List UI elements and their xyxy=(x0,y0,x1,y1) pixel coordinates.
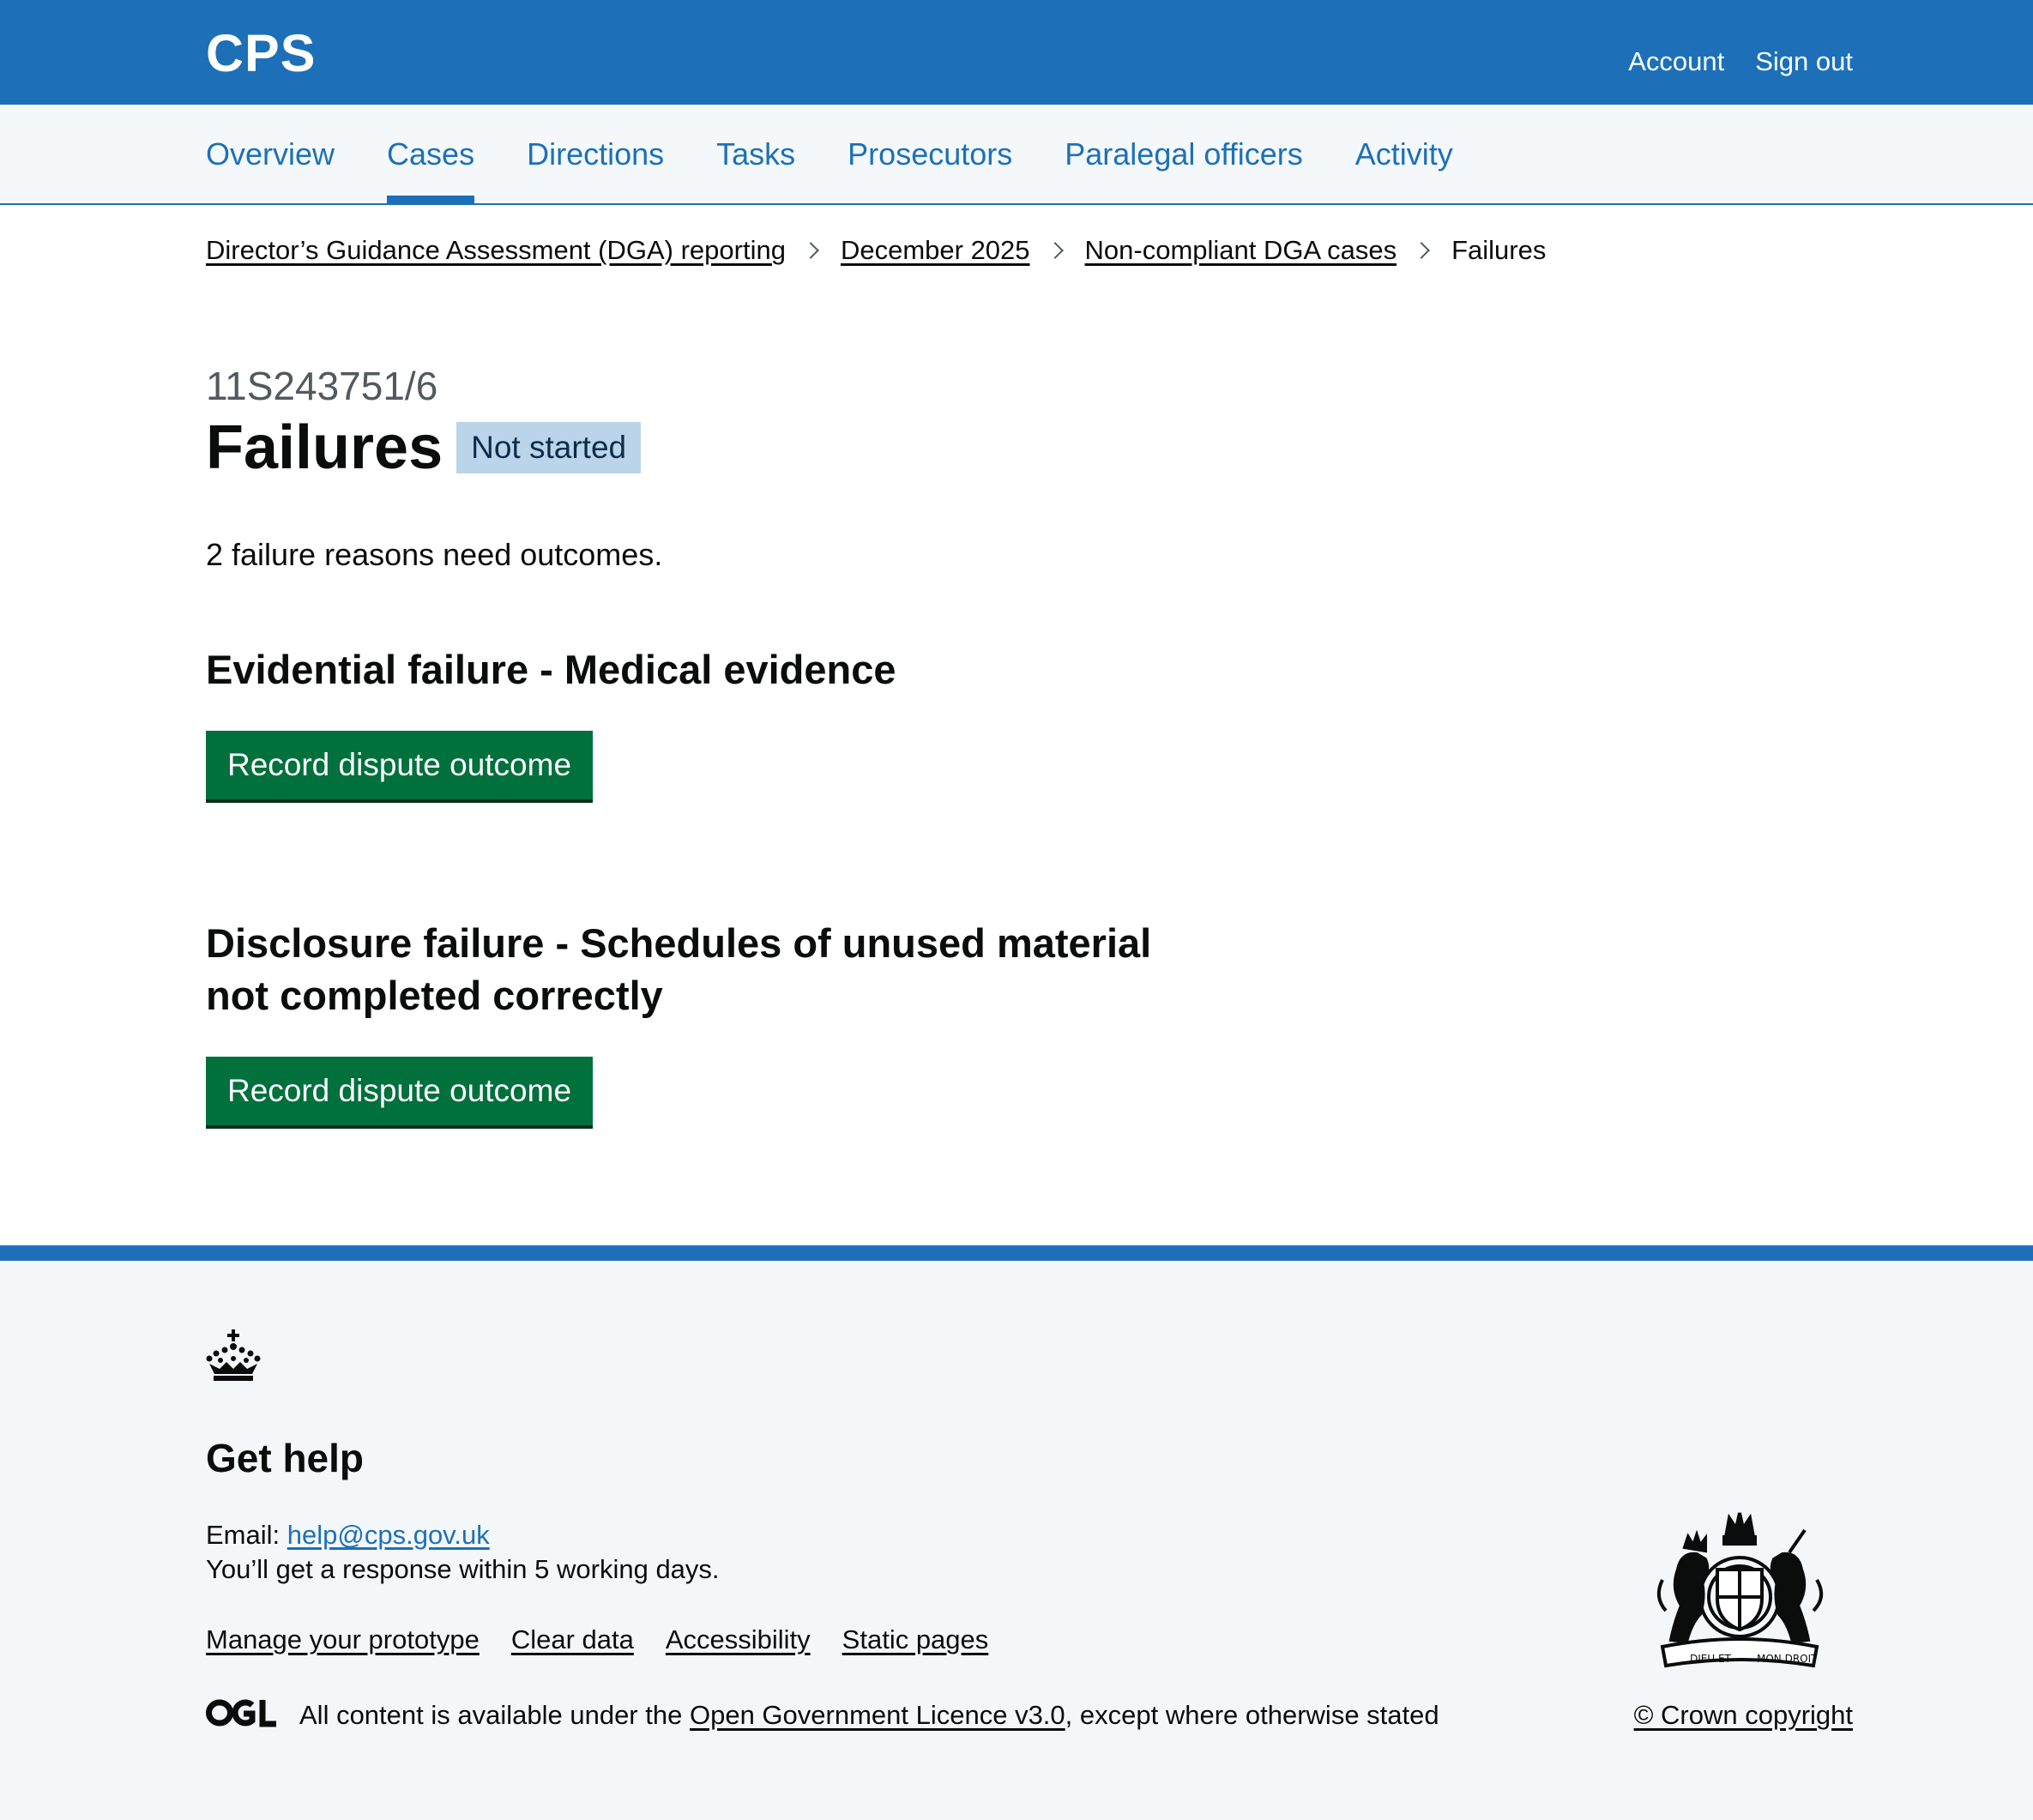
footer-heading: Get help xyxy=(206,1436,365,1480)
licence-text: All content is available under the Open … xyxy=(299,1698,1439,1733)
breadcrumb-dga-reporting[interactable]: Director’s Guidance Assessment (DGA) rep… xyxy=(206,232,786,269)
primary-navigation: Overview Cases Directions Tasks Prosecut… xyxy=(0,105,2033,205)
case-reference: 11S243751/6 xyxy=(206,364,438,408)
record-dispute-outcome-button[interactable]: Record dispute outcome xyxy=(206,1057,593,1125)
open-government-licence-link[interactable]: Open Government Licence v3.0 xyxy=(690,1700,1065,1730)
manage-prototype-link[interactable]: Manage your prototype xyxy=(206,1623,480,1657)
sign-out-link[interactable]: Sign out xyxy=(1755,45,1853,79)
clear-data-link[interactable]: Clear data xyxy=(511,1623,634,1657)
chevron-right-icon xyxy=(802,242,819,259)
copyright: © Crown copyright xyxy=(1634,1698,1853,1733)
chevron-right-icon xyxy=(1046,242,1064,259)
intro-text: 2 failure reasons need outcomes. xyxy=(206,537,663,572)
accessibility-link[interactable]: Accessibility xyxy=(666,1623,811,1657)
help-email-link[interactable]: help@cps.gov.uk xyxy=(287,1520,490,1550)
nav-cases[interactable]: Cases xyxy=(387,105,475,203)
footer-email-line: Email: help@cps.gov.uk xyxy=(206,1518,490,1552)
nav-paralegal-officers[interactable]: Paralegal officers xyxy=(1065,105,1303,203)
chevron-right-icon xyxy=(1413,242,1430,259)
brand-logo[interactable]: CPS xyxy=(206,22,316,84)
licence-prefix: All content is available under the xyxy=(299,1700,683,1730)
breadcrumb-current: Failures xyxy=(1451,235,1547,265)
breadcrumb-non-compliant-cases[interactable]: Non-compliant DGA cases xyxy=(1085,232,1397,269)
crest-motto-left: DIEU ET xyxy=(1690,1653,1732,1665)
ogl-logo-icon xyxy=(206,1699,276,1727)
account-link[interactable]: Account xyxy=(1628,45,1724,79)
site-header: CPS Account Sign out xyxy=(0,0,2033,105)
page-title: Failures xyxy=(206,413,443,482)
title-row: Failures Not started xyxy=(206,412,642,484)
failure-heading-disclosure: Disclosure failure - Schedules of unused… xyxy=(206,920,1152,1018)
nav-overview[interactable]: Overview xyxy=(206,105,335,203)
crown-icon xyxy=(206,1329,261,1381)
crest-motto-right: MON DROIT xyxy=(1757,1653,1818,1665)
record-dispute-outcome-button[interactable]: Record dispute outcome xyxy=(206,731,593,799)
failure-heading-evidential: Evidential failure - Medical evidence xyxy=(206,647,896,692)
email-label: Email: xyxy=(206,1520,281,1550)
nav-directions[interactable]: Directions xyxy=(527,105,664,203)
nav-prosecutors[interactable]: Prosecutors xyxy=(848,105,1012,203)
nav-tasks[interactable]: Tasks xyxy=(716,105,795,203)
royal-coat-of-arms-icon: DIEU ET MON DROIT xyxy=(1656,1512,1824,1668)
footer-links: Manage your prototype Clear data Accessi… xyxy=(206,1623,988,1657)
status-badge: Not started xyxy=(456,422,642,473)
licence-suffix: , except where otherwise stated xyxy=(1065,1700,1439,1730)
static-pages-link[interactable]: Static pages xyxy=(842,1623,989,1657)
crown-copyright-link[interactable]: © Crown copyright xyxy=(1634,1700,1853,1730)
breadcrumb: Director’s Guidance Assessment (DGA) rep… xyxy=(206,232,1546,269)
nav-activity[interactable]: Activity xyxy=(1355,105,1453,203)
breadcrumb-december-2025[interactable]: December 2025 xyxy=(841,232,1030,269)
header-links: Account Sign out xyxy=(1628,45,1853,79)
response-time-text: You’ll get a response within 5 working d… xyxy=(206,1554,720,1584)
